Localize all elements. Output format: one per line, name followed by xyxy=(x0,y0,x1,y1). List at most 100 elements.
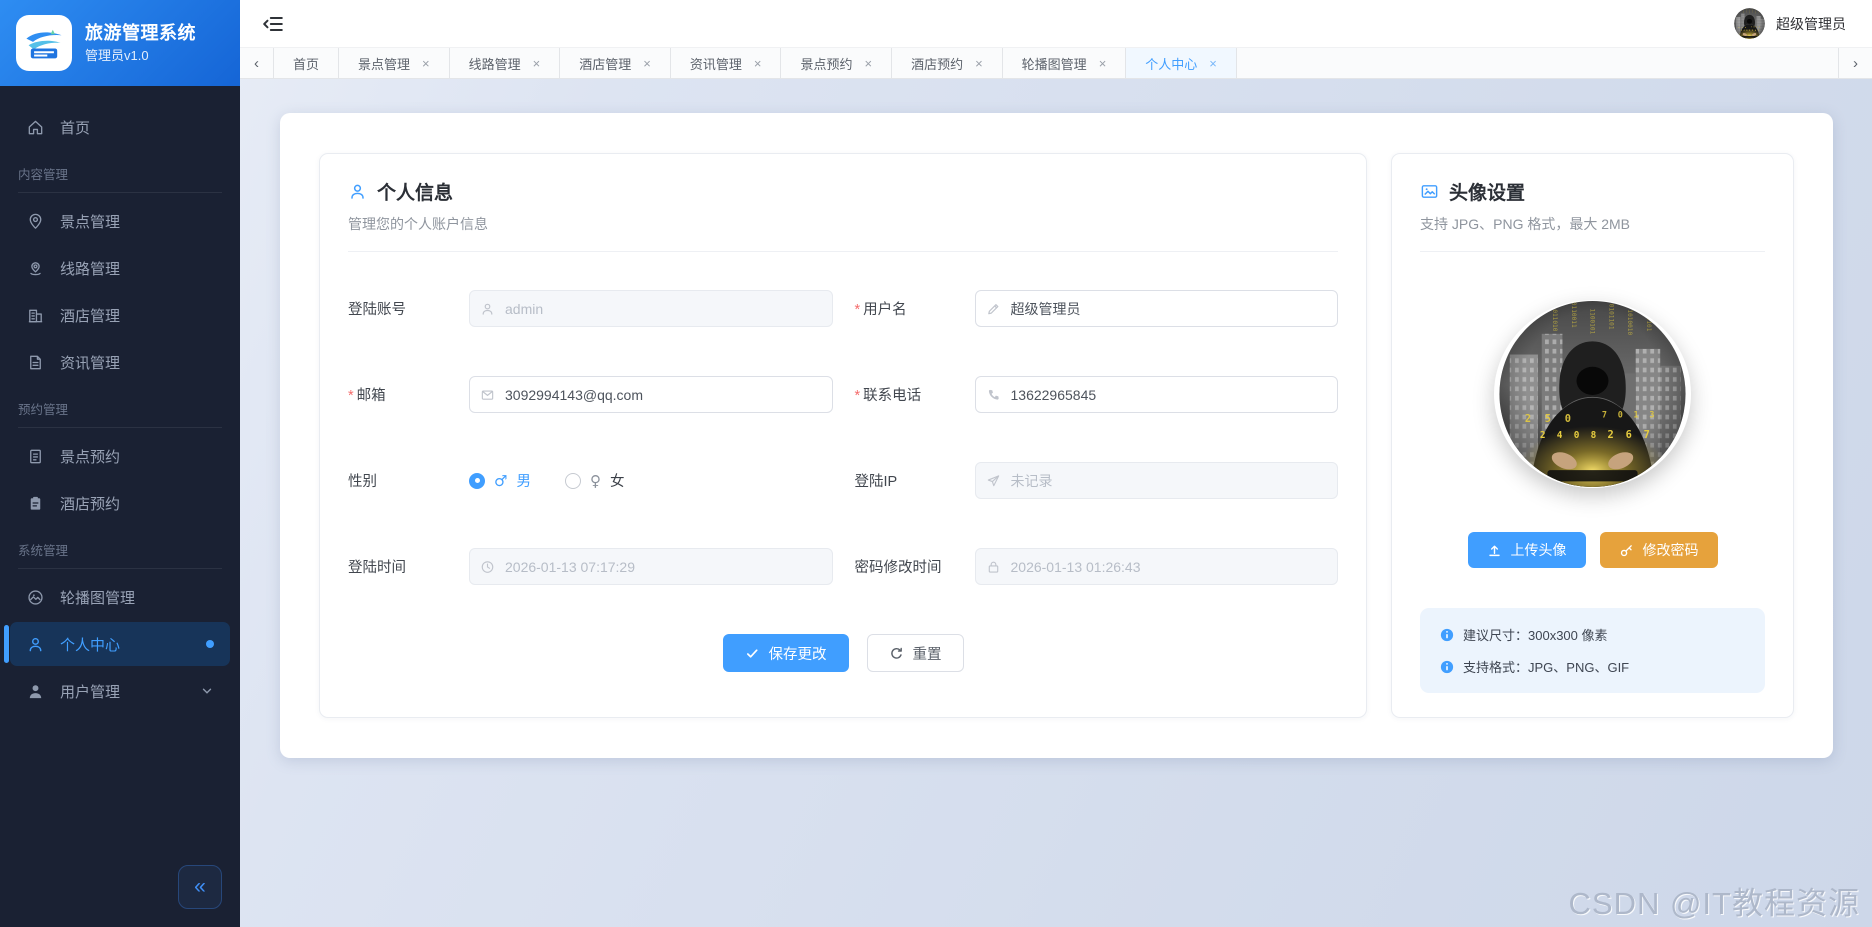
chevron-down-icon xyxy=(200,684,214,698)
profile-card-subtitle: 管理您的个人账户信息 xyxy=(348,216,488,232)
close-icon[interactable]: × xyxy=(422,57,430,70)
required-mark: * xyxy=(854,387,861,404)
username-field-wrap xyxy=(974,290,1338,327)
sidebar-item-home[interactable]: 首页 xyxy=(10,105,230,149)
login-ip-input xyxy=(974,462,1338,499)
radio-dot xyxy=(469,472,485,489)
tab-hotel-booking[interactable]: 酒店预约 × xyxy=(892,48,1003,78)
avatar-tips-box: 建议尺寸：300x300 像素 支持格式：JPG、PNG、GIF xyxy=(1420,608,1765,693)
close-icon[interactable]: × xyxy=(643,57,651,70)
tab-route-mgmt[interactable]: 线路管理 × xyxy=(450,48,561,78)
close-icon[interactable]: × xyxy=(864,57,872,70)
sidebar-item-hotel-booking[interactable]: 酒店预约 xyxy=(10,481,230,525)
upload-avatar-button[interactable]: 上传头像 xyxy=(1467,532,1586,568)
sidebar-item-hotel-mgmt[interactable]: 酒店管理 xyxy=(10,293,230,337)
avatar-card-subtitle: 支持 JPG、PNG 格式，最大 2MB xyxy=(1420,216,1631,232)
close-icon[interactable]: × xyxy=(975,57,983,70)
avatar-card: 头像设置 支持 JPG、PNG 格式，最大 2MB 上传头像 修改密码 建议尺寸… xyxy=(1391,153,1794,718)
sidebar-item-route-mgmt[interactable]: 线路管理 xyxy=(10,246,230,290)
close-icon[interactable]: × xyxy=(1099,57,1107,70)
upload-icon xyxy=(1488,545,1500,556)
email-input[interactable] xyxy=(469,376,833,413)
gender-female-radio[interactable]: ♀ 女 xyxy=(564,470,624,491)
sidebar-item-news-mgmt[interactable]: 资讯管理 xyxy=(10,340,230,384)
tab-profile[interactable]: 个人中心 × xyxy=(1126,48,1237,78)
gender-male-radio[interactable]: ♂ 男 xyxy=(469,470,531,491)
female-symbol: ♀ xyxy=(589,471,601,490)
info-icon xyxy=(1440,660,1454,674)
save-button[interactable]: 保存更改 xyxy=(722,634,849,672)
pwd-time-label: 密码修改时间 xyxy=(854,560,942,576)
tab-home[interactable]: 首页 xyxy=(274,48,340,78)
watermark: CSDN @IT教程资源 xyxy=(1568,886,1860,921)
tabs-scroll-left[interactable]: ‹ xyxy=(240,48,274,78)
phone-input[interactable] xyxy=(974,376,1338,413)
reset-button[interactable]: 重置 xyxy=(866,634,964,672)
sidebar-item-scenic-mgmt[interactable]: 景点管理 xyxy=(10,199,230,243)
sidebar-item-label: 首页 xyxy=(60,119,91,137)
main-area: 超级管理员 ‹ 首页 景点管理 × 线路管理 × 酒店管理 × 资讯管理 × 景点预约 ×… xyxy=(240,0,1872,927)
sidebar-item-label: 景点管理 xyxy=(60,213,121,231)
avatar-card-title: 头像设置 xyxy=(1449,183,1526,204)
collapse-sidebar-button[interactable]: « xyxy=(178,865,222,909)
sidebar-section-system: 系统管理 xyxy=(18,540,222,569)
tab-news-mgmt[interactable]: 资讯管理 × xyxy=(671,48,782,78)
profile-card-title: 个人信息 xyxy=(377,183,454,204)
required-mark: * xyxy=(348,387,354,404)
sidebar-menu: 首页 内容管理 景点管理 线路管理 酒店管理 资讯管理 预约管理 景点预约 酒店… xyxy=(0,86,240,927)
sidebar-item-label: 个人中心 xyxy=(60,636,121,654)
email-field-wrap xyxy=(469,376,833,413)
account-input xyxy=(469,290,833,327)
user-menu[interactable]: 超级管理员 xyxy=(1734,8,1846,39)
login-time-field-wrap xyxy=(469,548,833,585)
sidebar-item-scenic-booking[interactable]: 景点预约 xyxy=(10,434,230,478)
app-logo xyxy=(16,15,72,71)
fold-icon xyxy=(263,16,283,31)
app-window: 旅游管理系统 管理员v1.0 首页 内容管理 景点管理 线路管理 酒店管理 资讯… xyxy=(0,0,1872,927)
app-title: 旅游管理系统 xyxy=(85,23,196,44)
username-label: * 用户名 xyxy=(854,301,907,319)
clipboard-icon xyxy=(26,494,45,513)
collapse-icon: « xyxy=(194,875,206,898)
key-icon xyxy=(1620,544,1632,556)
change-password-button[interactable]: 修改密码 xyxy=(1599,532,1718,568)
gender-radio-group: ♂ 男 ♀ 女 xyxy=(469,470,833,491)
picture-icon xyxy=(26,588,45,607)
login-time-label: 登陆时间 xyxy=(348,560,406,576)
tab-scenic-mgmt[interactable]: 景点管理 × xyxy=(339,48,450,78)
topbar: 超级管理员 xyxy=(240,0,1872,48)
sidebar-item-label: 酒店管理 xyxy=(60,307,121,325)
profile-avatar-image xyxy=(1494,300,1691,488)
pwd-time-input xyxy=(974,548,1338,585)
check-icon xyxy=(746,648,758,658)
info-icon xyxy=(1440,628,1454,642)
sidebar-item-profile[interactable]: 个人中心 xyxy=(4,622,230,666)
divider xyxy=(1420,251,1765,252)
login-time-input xyxy=(469,548,833,585)
sidebar-item-carousel-mgmt[interactable]: 轮播图管理 xyxy=(10,575,230,619)
account-label: 登陆账号 xyxy=(348,302,406,318)
tab-hotel-mgmt[interactable]: 酒店管理 × xyxy=(560,48,671,78)
sidebar-item-label: 线路管理 xyxy=(60,260,121,278)
active-dot xyxy=(206,640,214,648)
content-area: 个人信息 管理您的个人账户信息 登陆账号 admin * 用户名 超级管理员 *… xyxy=(240,79,1872,927)
username-input[interactable] xyxy=(974,290,1338,327)
page-panel: 个人信息 管理您的个人账户信息 登陆账号 admin * 用户名 超级管理员 *… xyxy=(280,113,1833,758)
user-icon xyxy=(348,182,367,201)
sidebar-section-booking: 预约管理 xyxy=(18,399,222,428)
sidebar-item-label: 资讯管理 xyxy=(60,354,121,372)
building-icon xyxy=(26,306,45,325)
close-icon[interactable]: × xyxy=(533,57,541,70)
user-name: 超级管理员 xyxy=(1776,15,1846,32)
user-filled-icon xyxy=(26,682,45,701)
sidebar-item-user-mgmt[interactable]: 用户管理 xyxy=(10,669,230,713)
login-ip-field-wrap xyxy=(974,462,1338,499)
close-icon[interactable]: × xyxy=(754,57,762,70)
user-avatar xyxy=(1734,8,1765,39)
tabs-scroll-right[interactable]: › xyxy=(1838,48,1872,78)
gender-label: 性别 xyxy=(348,474,377,490)
tab-carousel-mgmt[interactable]: 轮播图管理 × xyxy=(1003,48,1127,78)
close-icon[interactable]: × xyxy=(1209,57,1217,70)
fold-menu-button[interactable] xyxy=(262,11,288,37)
tab-scenic-booking[interactable]: 景点预约 × xyxy=(781,48,893,78)
